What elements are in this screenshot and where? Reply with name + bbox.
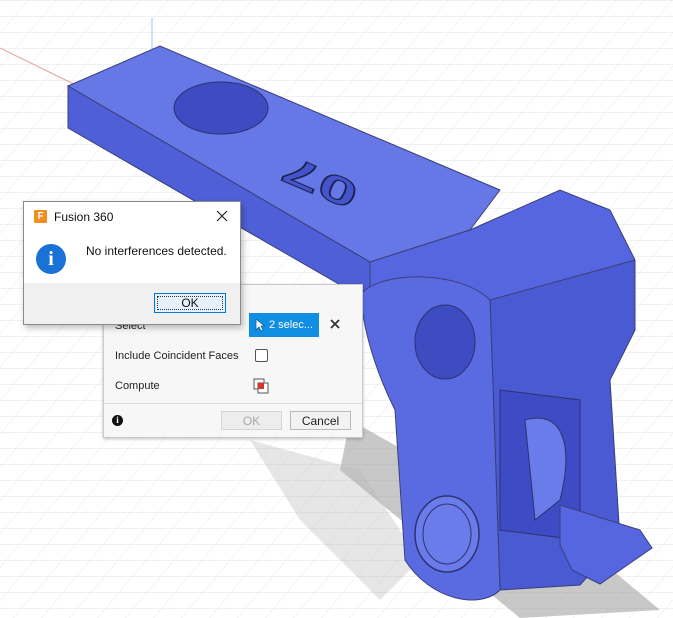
knuckle-hole bbox=[414, 304, 476, 380]
dialog-footer: OK bbox=[24, 283, 240, 324]
dialog-title-bar[interactable]: F Fusion 360 bbox=[24, 202, 240, 231]
compute-icon[interactable] bbox=[252, 377, 270, 395]
clear-selection-icon[interactable] bbox=[328, 317, 342, 331]
dialog-title: Fusion 360 bbox=[54, 210, 114, 224]
include-coincident-faces-label: Include Coincident Faces bbox=[115, 350, 239, 362]
close-icon[interactable] bbox=[214, 208, 230, 224]
panel-footer: i OK Cancel bbox=[104, 403, 362, 438]
include-coincident-faces-checkbox[interactable] bbox=[255, 349, 268, 362]
top-hole bbox=[173, 81, 269, 135]
info-icon[interactable]: i bbox=[112, 415, 123, 426]
compute-label: Compute bbox=[115, 380, 160, 392]
fusion-app-icon: F bbox=[34, 210, 47, 223]
message-dialog: F Fusion 360 i No interferences detected… bbox=[23, 201, 241, 325]
bottom-boss bbox=[414, 495, 480, 573]
dialog-ok-button[interactable]: OK bbox=[154, 293, 226, 313]
cursor-arrow-icon bbox=[255, 318, 265, 332]
information-icon: i bbox=[36, 244, 66, 274]
panel-cancel-button[interactable]: Cancel bbox=[290, 411, 351, 430]
dialog-message: No interferences detected. bbox=[86, 244, 227, 258]
panel-ok-button[interactable]: OK bbox=[221, 411, 282, 430]
